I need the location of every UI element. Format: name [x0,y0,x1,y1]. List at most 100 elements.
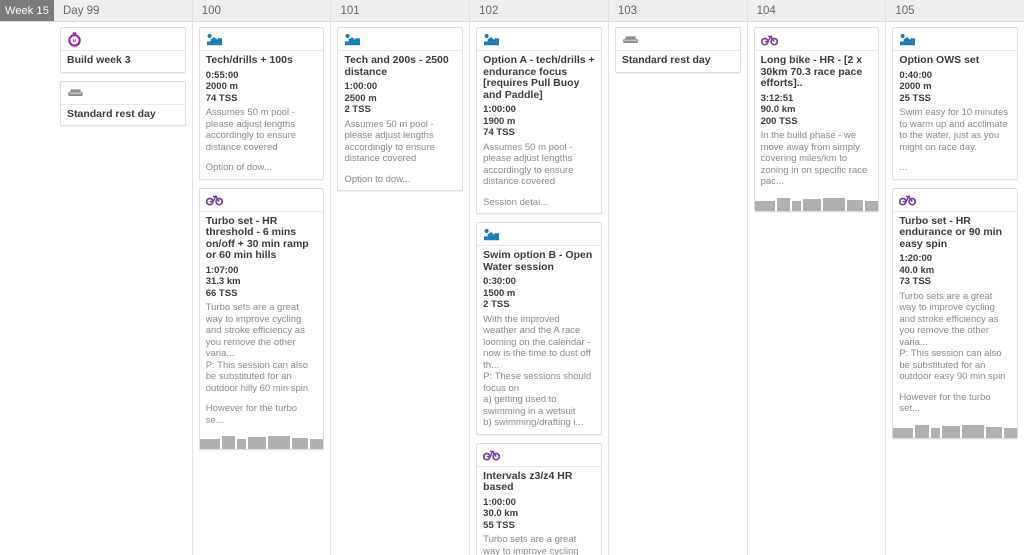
card-description: Assumes 50 m pool - please adjust length… [344,118,435,165]
day-header-6[interactable]: 105 [885,0,1024,21]
card-description-more: Option to dow... [344,173,411,185]
day-column-1[interactable]: Tech/drills + 100s 0:55:00 2000 m 74 TSS Ass… [191,22,331,555]
card-duration: 1:20:00 [899,253,933,264]
card-icon-bar [893,28,1018,51]
card-duration: 1:07:00 [205,264,239,276]
card-body: Tech and 200s - 2500 distance 1:00:00 2500… [338,51,462,190]
workout-card[interactable]: Long bike - HR - [2 x 30km 70.3 race pac… [753,27,880,212]
card-icon-bar [477,223,601,246]
card-title: Long bike - HR - [2 x 30km 70.3 race pac… [760,54,863,89]
card-title: Build week 3 [67,54,131,66]
card-duration: 0:55:00 [205,69,239,81]
card-title: Tech/drills + 100s [205,54,293,66]
day-column-3[interactable]: Option A - tech/drills + endurance focus… [469,22,608,555]
card-icon-bar [61,82,185,105]
day-header-1[interactable]: 100 [191,0,331,21]
calendar-header-row: Week 15 Day 99 100 101 102 103 104 105 [0,0,1024,22]
day-column-5[interactable]: Long bike - HR - [2 x 30km 70.3 race pac… [746,22,886,555]
day-header-3[interactable]: 102 [469,0,608,21]
card-body: Long bike - HR - [2 x 30km 70.3 race pac… [755,51,879,193]
training-calendar: Week 15 Day 99 100 101 102 103 104 105 B… [0,0,1024,555]
workout-card[interactable]: Standard rest day [60,80,186,126]
rest-icon [67,86,84,99]
workout-card[interactable]: Swim option B - Open Water session 0:30:0… [476,222,602,435]
card-duration: 1:00:00 [483,496,516,508]
card-description: With the improved weather and the A race… [483,313,592,429]
week-tab[interactable]: Week 15 [0,0,54,21]
card-body: Standard rest day [61,105,185,126]
bike-icon [205,193,223,206]
day-header-2[interactable]: 101 [330,0,470,21]
card-title: Option A - tech/drills + endurance focus… [483,54,595,101]
card-icon-bar [477,444,601,467]
card-duration: 0:30:00 [483,276,516,287]
workout-card[interactable]: Turbo set - HR endurance or 90 min easy … [892,187,1019,439]
bike-icon [760,33,778,46]
card-tss: 73 TSS [899,276,931,287]
workout-card[interactable]: Turbo set - HR threshold - 6 mins on/off… [198,187,325,450]
day-column-6[interactable]: Option OWS set 0:40:00 2000 m 25 TSS Swim ea… [885,22,1024,555]
card-body: Intervals z3/z4 HR based 1:00:00 30.0 km 55… [477,467,601,555]
card-icon-bar [893,189,1018,212]
card-distance: 40.0 km [899,264,935,276]
card-body: Swim option B - Open Water session 0:30:0… [477,246,601,434]
rest-icon [622,33,639,46]
redacted-content [754,197,879,211]
card-duration: 0:40:00 [899,69,933,81]
workout-card[interactable]: Intervals z3/z4 HR based 1:00:00 30.0 km 55… [476,442,602,555]
card-tss: 2 TSS [344,104,371,115]
card-description-more: However for the turbo se... [205,403,298,426]
redacted-content [893,424,1018,438]
card-distance: 30.0 km [483,508,519,519]
day-header-0[interactable]: Day 99 [54,0,192,21]
day-header-4[interactable]: 103 [607,0,747,21]
card-icon-bar [199,189,324,212]
card-body: Tech/drills + 100s 0:55:00 2000 m 74 TSS Ass… [200,51,324,179]
card-description-more: ... [899,162,908,173]
card-description: Turbo sets are a great way to improve cy… [205,302,309,394]
card-tss: 25 TSS [899,92,931,104]
day-header-5[interactable]: 104 [746,0,886,21]
card-description: Assumes 50 m pool - please adjust length… [205,107,297,153]
card-icon-bar [61,28,185,51]
swim-icon [483,33,500,46]
card-description: Assumes 50 m pool - please adjust length… [483,141,574,188]
card-description: In the build phase - we move away from s… [760,130,868,187]
swim-icon [206,33,223,46]
card-tss: 55 TSS [483,519,515,531]
workout-card[interactable]: Build week 3 [60,27,186,73]
day-column-0[interactable]: Build week 3 Standard rest day [54,22,192,555]
card-icon-bar [615,28,740,51]
card-title: Turbo set - HR endurance or 90 min easy … [899,214,1003,250]
card-description: Turbo sets are a great way to improve cy… [899,290,1006,383]
bike-icon [899,193,917,206]
card-description: Swim easy for 10 minutes to warm up and … [899,107,1009,153]
card-icon-bar [477,28,601,51]
card-title: Standard rest day [621,54,711,66]
card-distance: 90.0 km [760,104,796,115]
card-tss: 200 TSS [760,115,798,127]
card-distance: 31.3 km [205,276,241,287]
day-column-2[interactable]: Tech and 200s - 2500 distance 1:00:00 2500… [330,22,469,555]
card-distance: 1900 m [483,115,516,127]
workout-card[interactable]: Option A - tech/drills + endurance focus… [476,27,602,214]
card-duration: 3:12:51 [760,92,794,104]
day-column-4[interactable]: Standard rest day [607,22,747,555]
card-title: Turbo set - HR threshold - 6 mins on/off… [205,214,309,261]
card-distance: 1500 m [483,287,516,299]
card-title: Swim option B - Open Water session [483,249,593,273]
card-description-more: Session detai... [483,196,549,208]
workout-card[interactable]: Tech/drills + 100s 0:55:00 2000 m 74 TSS Ass… [198,27,325,180]
card-body: Turbo set - HR endurance or 90 min easy … [893,212,1017,420]
card-tss: 74 TSS [205,92,238,104]
card-title: Intervals z3/z4 HR based [483,469,573,493]
card-distance: 2500 m [344,92,377,104]
workout-card[interactable]: Standard rest day [614,27,741,73]
timer-icon [67,31,82,47]
workout-card[interactable]: Option OWS set 0:40:00 2000 m 25 TSS Swim ea… [892,27,1019,180]
card-description-more: Option of dow... [205,162,272,173]
workout-card[interactable]: Tech and 200s - 2500 distance 1:00:00 2500… [337,27,464,191]
card-description-more: However for the turbo set... [899,391,991,415]
swim-icon [344,33,361,46]
card-body: Standard rest day [616,51,740,72]
